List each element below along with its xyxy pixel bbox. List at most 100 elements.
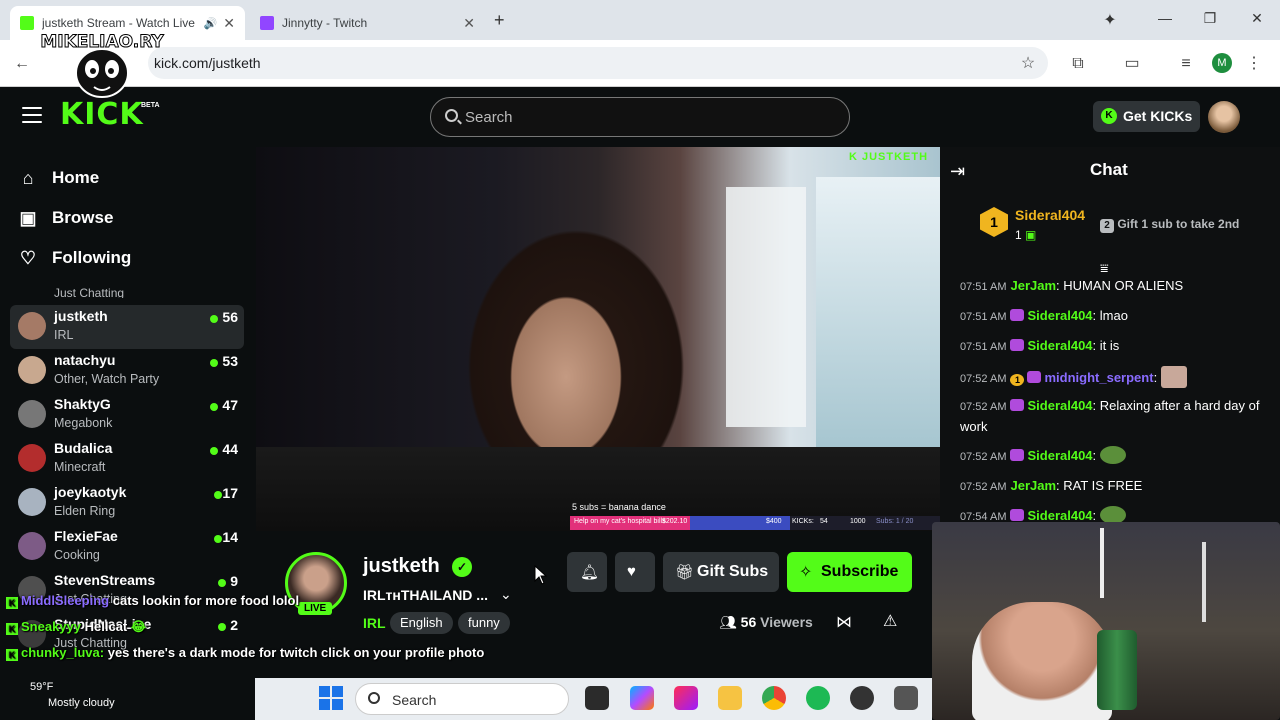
viewer-count: 9 xyxy=(230,573,238,589)
sparkle-icon: ✧ xyxy=(799,564,813,581)
rank-badge-icon: 1 xyxy=(1010,374,1025,386)
extensions-icon[interactable]: ⧉ xyxy=(1066,52,1090,76)
twitch-favicon-icon xyxy=(260,16,274,30)
file-explorer-icon[interactable] xyxy=(718,686,742,710)
weather-temp[interactable]: 59°F xyxy=(30,681,53,693)
chat-message: 07:52 AM Sideral404: xyxy=(960,446,1260,467)
stream-category-link[interactable]: IRL xyxy=(363,615,386,631)
live-badge: LIVE xyxy=(298,602,333,615)
viewers-label: Viewers xyxy=(760,614,813,630)
obs-icon[interactable] xyxy=(850,686,874,710)
video-player[interactable]: K JUSTKETH 5 subs = banana dance Help on… xyxy=(256,147,940,531)
collapse-chat-icon[interactable]: ⇥ xyxy=(950,161,965,182)
user-avatar[interactable] xyxy=(1208,101,1240,133)
menu-icon[interactable] xyxy=(22,107,42,125)
get-kicks-button[interactable]: K Get KICKs xyxy=(1093,101,1200,132)
chrome-menu-icon[interactable]: ⋮ xyxy=(1242,52,1266,76)
ticker-message: Kchunky_luva: yes there's a dark mode fo… xyxy=(6,645,484,661)
search-icon xyxy=(445,109,458,122)
search-input[interactable]: Search xyxy=(430,97,850,137)
live-dot-icon xyxy=(218,579,226,587)
webcam-overlay xyxy=(932,522,1280,720)
tag-english[interactable]: English xyxy=(390,612,453,634)
kicks-goal: 1000 xyxy=(850,518,866,525)
notification-bell-button[interactable]: 🔔︎ xyxy=(567,552,607,592)
report-icon[interactable]: ⚠ xyxy=(883,611,897,631)
subscribe-button[interactable]: ✧ Subscribe xyxy=(787,552,912,592)
donation-goal-bar: Help on my cat's hospital bills $202.10 … xyxy=(570,516,940,530)
stream-watermark: K JUSTKETH xyxy=(849,151,929,163)
channel-name: natachyu xyxy=(54,352,116,368)
avatar xyxy=(18,400,46,428)
rank-badge-icon: 1 xyxy=(980,207,1008,237)
taskbar-search-placeholder: Search xyxy=(392,692,437,708)
tag-funny[interactable]: funny xyxy=(458,612,510,634)
chevron-down-icon[interactable]: ⌄ xyxy=(500,586,512,603)
channel-name: joeykaotyk xyxy=(54,484,127,500)
picsart-icon[interactable] xyxy=(674,686,698,710)
channel-name: ShaktyG xyxy=(54,396,111,412)
weather-description[interactable]: Mostly cloudy xyxy=(48,697,115,709)
sub-badge-icon xyxy=(1027,371,1042,383)
sidebar-channel-flexiefae[interactable]: FlexieFae Cooking 14 xyxy=(10,525,244,569)
chrome-icon[interactable] xyxy=(762,686,786,710)
back-icon[interactable]: ← xyxy=(10,52,34,76)
gift-subs-button[interactable]: 🎁︎ Gift Subs xyxy=(663,552,779,592)
live-dot-icon xyxy=(210,447,218,455)
close-window-icon[interactable]: ✕ xyxy=(1245,10,1269,27)
gemini-icon[interactable]: ✦ xyxy=(1098,10,1122,30)
sidebar-channel-budalica[interactable]: Budalica Minecraft 44 xyxy=(10,437,244,481)
scrolled-channel-category: Just Chatting xyxy=(54,286,125,298)
viewer-count: 2 xyxy=(230,617,238,633)
webcam-can xyxy=(1097,630,1137,710)
cast-icon[interactable]: ▭ xyxy=(1120,52,1144,76)
verified-icon: ✓ xyxy=(452,557,472,577)
goal-amount: $202.10 xyxy=(662,518,688,525)
subs-goal-text: 5 subs = banana dance xyxy=(572,502,666,512)
close-tab-icon[interactable]: ✕ xyxy=(223,15,235,32)
windows-start-icon[interactable] xyxy=(319,686,343,710)
live-dot-icon xyxy=(210,359,218,367)
spotify-icon[interactable] xyxy=(806,686,830,710)
sidebar-channel-justketh[interactable]: justketh IRL 56 xyxy=(10,305,244,349)
sidebar-channel-natachyu[interactable]: natachyu Other, Watch Party 53 xyxy=(10,349,244,393)
sub-badge-icon xyxy=(1010,339,1025,351)
gift-prompt[interactable]: 2 Gift 1 sub to take 2nd xyxy=(1100,217,1239,233)
browse-icon: ▣ xyxy=(19,208,37,228)
close-tab-icon[interactable]: ✕ xyxy=(463,15,475,32)
bookmark-star-icon[interactable]: ☆ xyxy=(1016,52,1040,76)
taskbar-search-input[interactable]: Search xyxy=(355,683,569,715)
chat-title: Chat xyxy=(1090,160,1128,179)
media-control-icon[interactable]: ≡ xyxy=(1174,52,1198,76)
url-field[interactable]: kick.com/justketh xyxy=(148,47,1048,79)
restore-icon[interactable]: ❐ xyxy=(1198,10,1222,27)
new-tab-icon[interactable]: + xyxy=(494,10,505,31)
app-icon[interactable] xyxy=(894,686,918,710)
profile-avatar[interactable]: M xyxy=(1212,53,1232,73)
speaker-icon[interactable]: 🔊 xyxy=(204,17,218,30)
nav-home[interactable]: ⌂ Home xyxy=(18,168,100,188)
copilot-icon[interactable] xyxy=(630,686,654,710)
top-gifter-banner[interactable]: 1 Sideral404 1 ▣ 2 Gift 1 sub to take 2n… xyxy=(980,203,1250,249)
nav-following[interactable]: ♡ Following xyxy=(18,248,131,268)
channel-category: Other, Watch Party xyxy=(54,372,160,386)
tab-twitch[interactable]: Jinnytty - Twitch ✕ xyxy=(250,6,485,40)
follow-button[interactable]: ♥ xyxy=(615,552,655,592)
search-placeholder: Search xyxy=(465,109,513,126)
share-icon[interactable]: ⋈ xyxy=(836,612,852,632)
top-gifter-name: Sideral404 xyxy=(1015,207,1086,223)
avatar xyxy=(18,312,46,340)
expand-pinned-icon[interactable]: ⩸ xyxy=(1100,260,1109,277)
nav-browse[interactable]: ▣ Browse xyxy=(18,208,113,228)
sidebar-channel-shaktyg[interactable]: ShaktyG Megabonk 47 xyxy=(10,393,244,437)
viewers-number: 56 xyxy=(740,614,757,630)
viewers-icon: 👥︎ xyxy=(719,614,737,630)
subs-progress: Subs: 1 / 20 xyxy=(876,518,914,525)
streamer-name[interactable]: justketh xyxy=(363,555,440,578)
minimize-icon[interactable]: — xyxy=(1153,10,1177,26)
sidebar-channel-joeykaotyk[interactable]: joeykaotyk Elden Ring 17 xyxy=(10,481,244,525)
channel-category: IRL xyxy=(54,328,74,342)
kick-favicon-icon xyxy=(20,16,34,30)
task-view-icon[interactable] xyxy=(585,686,609,710)
live-dot-icon xyxy=(210,315,218,323)
